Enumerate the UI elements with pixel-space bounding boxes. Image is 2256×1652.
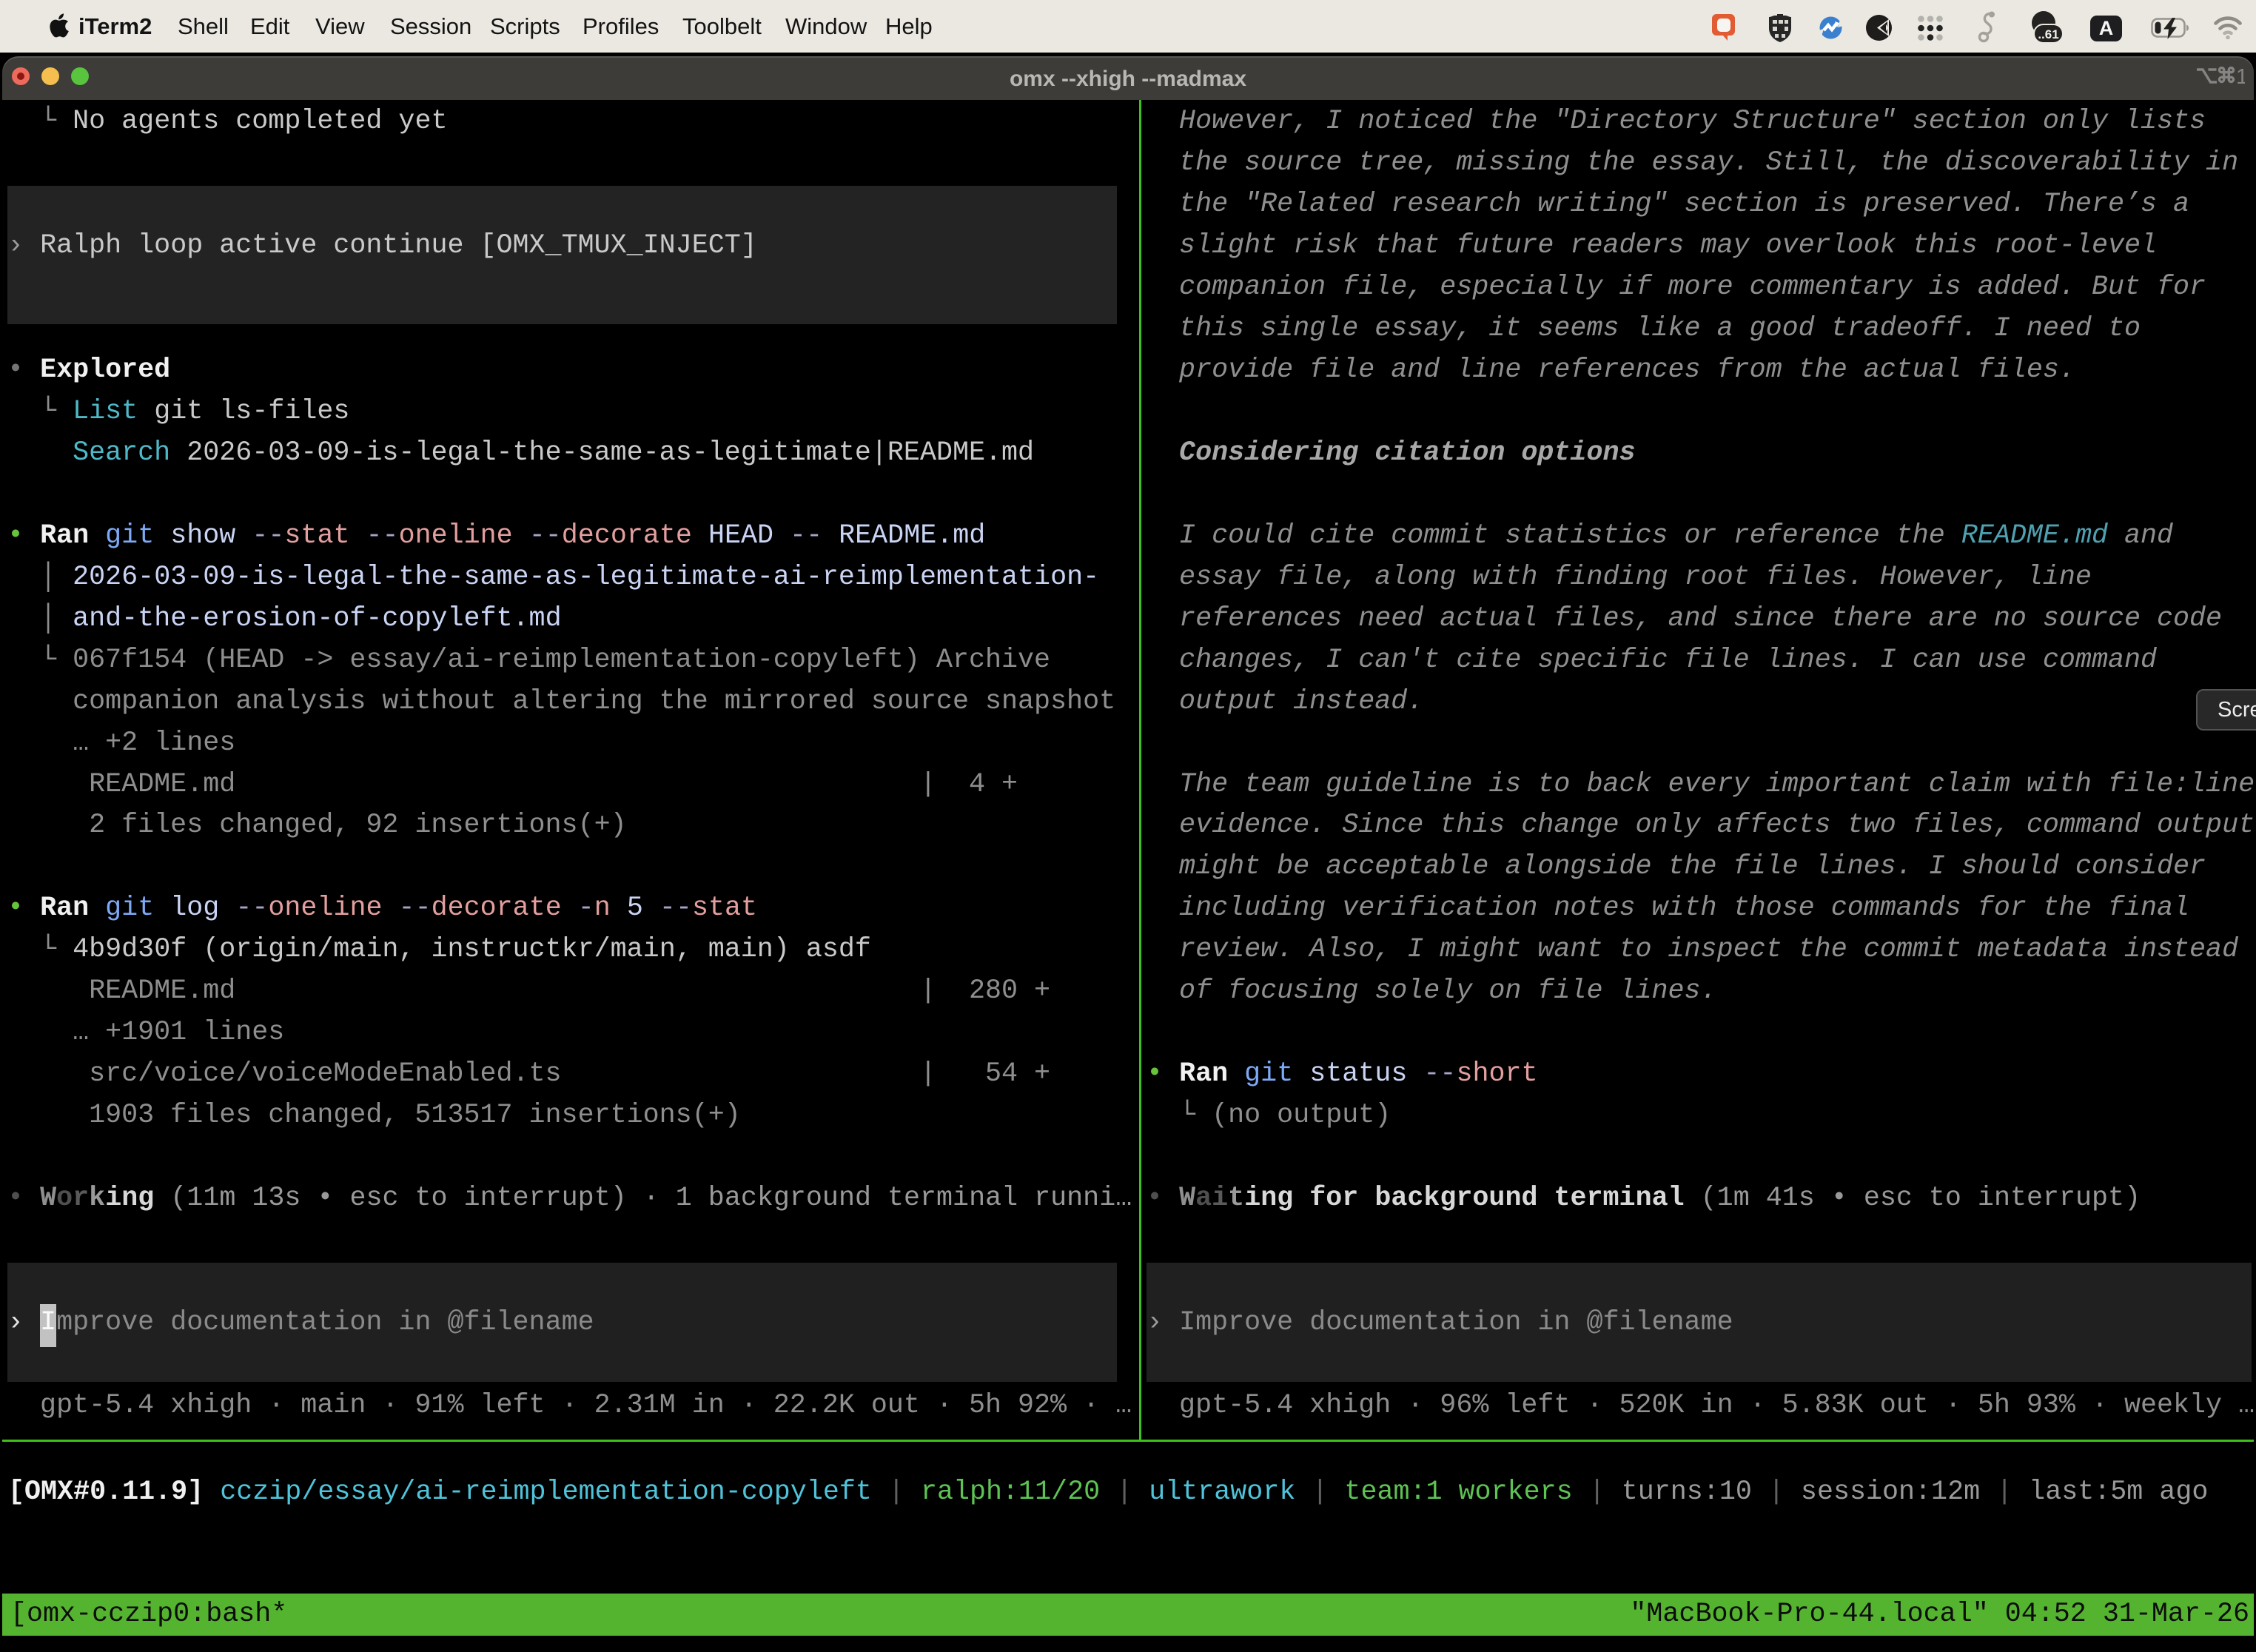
svg-text:1: 1 <box>2236 67 2245 86</box>
svg-text:..61: ..61 <box>2038 27 2058 41</box>
